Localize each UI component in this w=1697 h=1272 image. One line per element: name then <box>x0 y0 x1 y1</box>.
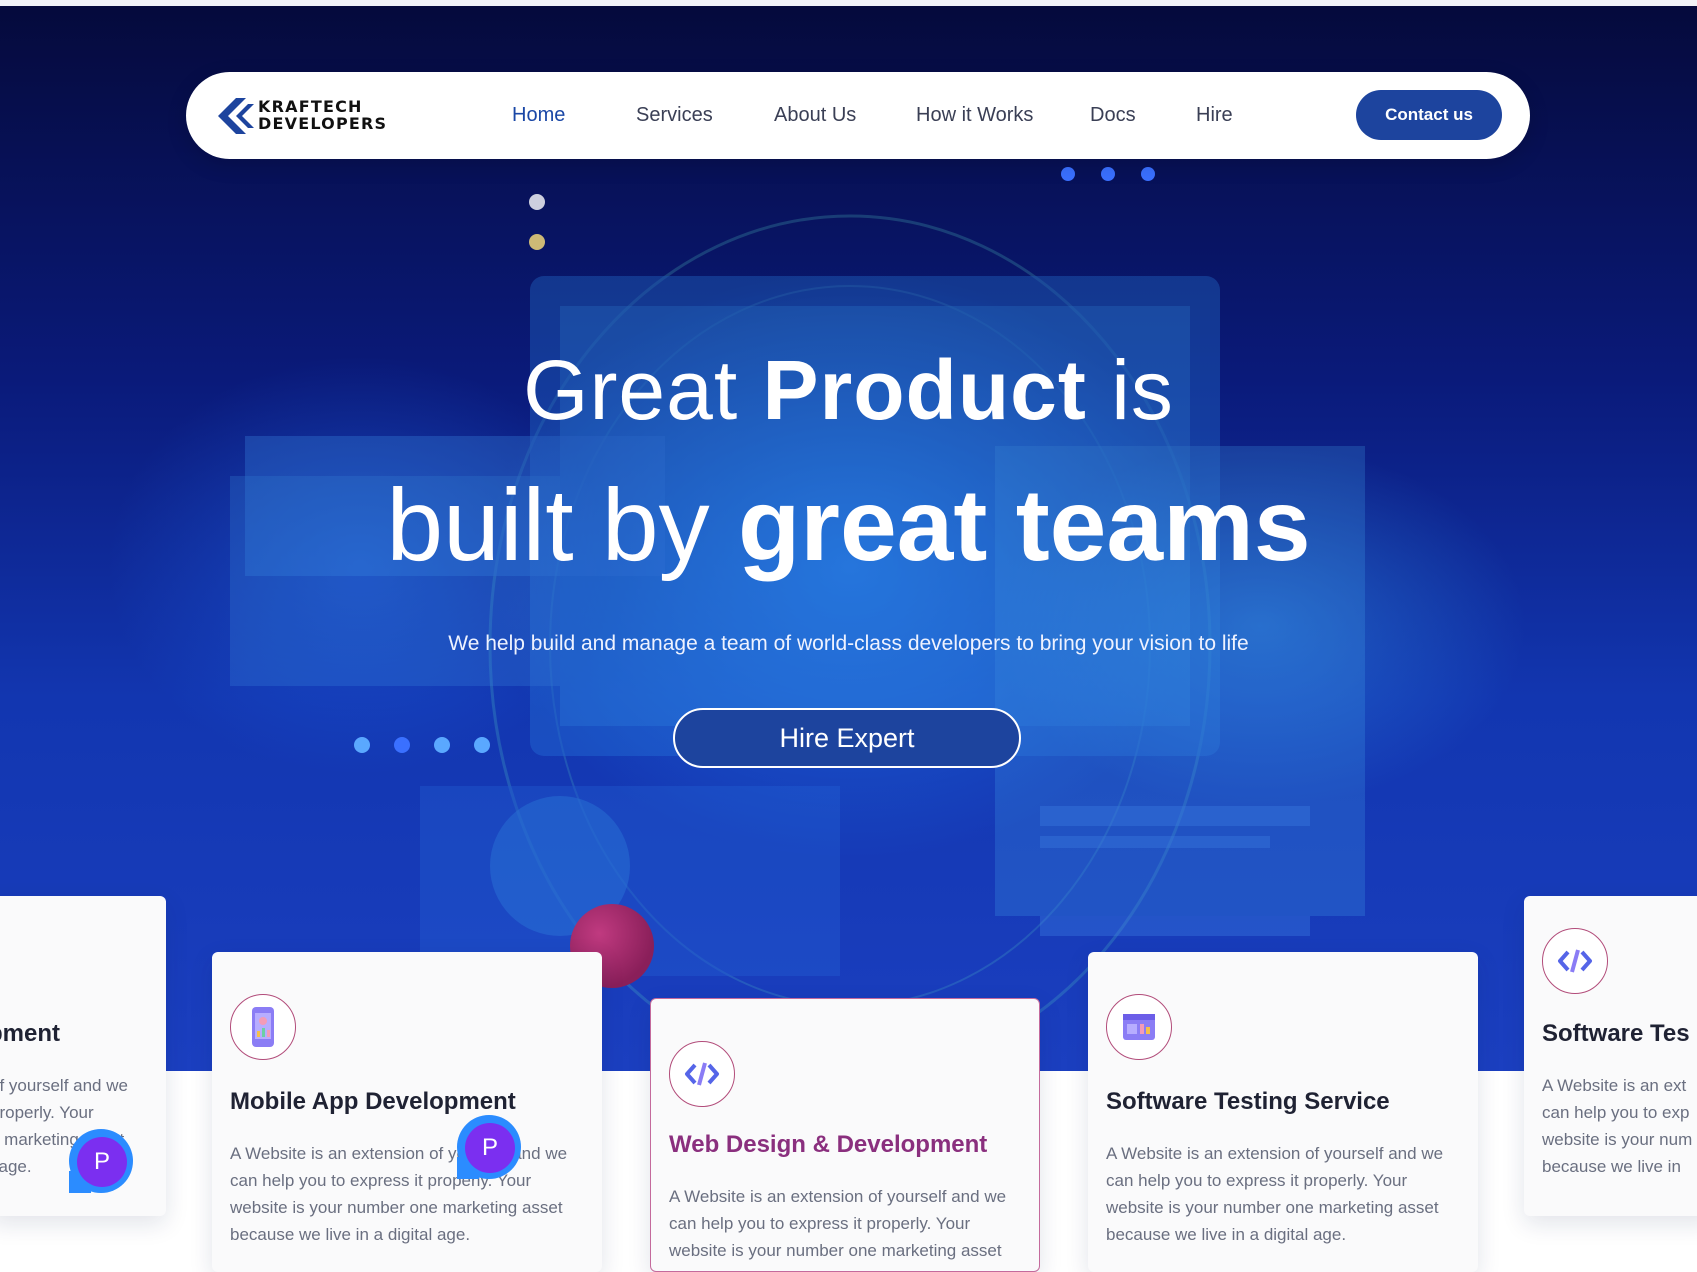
service-card-partial-right[interactable]: Software Tes A Website is an ext can hel… <box>1524 896 1697 1216</box>
chat-widget-button[interactable]: P <box>69 1129 133 1193</box>
hero-subtitle: We help build and manage a team of world… <box>448 632 1249 655</box>
brand-name: KRAFTECH DEVELOPERS <box>258 97 388 133</box>
service-card-title: Software Testing Service <box>1106 1088 1390 1115</box>
chat-widget-button[interactable]: P <box>457 1115 521 1179</box>
hero-headline-line2: built by great teams <box>386 468 1311 582</box>
chat-avatar-icon: P <box>77 1137 127 1187</box>
contact-us-button[interactable]: Contact us <box>1356 90 1502 140</box>
service-card-title: Software Tes <box>1542 1020 1690 1047</box>
nav-docs[interactable]: Docs <box>1090 104 1140 127</box>
kraftech-logo-icon <box>218 98 254 134</box>
chat-avatar-icon: P <box>465 1123 515 1173</box>
brand-logo[interactable]: KRAFTECH DEVELOPERS <box>216 94 396 138</box>
service-card-title: Web Design & Development <box>669 1131 988 1158</box>
hero-section: Great Product is built by great teams We… <box>0 6 1697 1071</box>
testing-dashboard-icon <box>1106 994 1172 1060</box>
mobile-phone-icon <box>230 994 296 1060</box>
nav-hire[interactable]: Hire <box>1196 104 1236 127</box>
nav-services[interactable]: Services <box>636 104 718 127</box>
service-card-title: Mobile App Development <box>230 1088 516 1115</box>
code-icon <box>669 1041 735 1107</box>
nav-links: Home Services About Us How it Works Docs… <box>512 72 1236 159</box>
top-navbar: KRAFTECH DEVELOPERS Home Services About … <box>186 72 1530 159</box>
code-icon <box>1542 928 1608 994</box>
nav-how-it-works[interactable]: How it Works <box>916 104 1034 127</box>
nav-about-us[interactable]: About Us <box>774 104 860 127</box>
hire-expert-button[interactable]: Hire Expert <box>673 708 1021 768</box>
service-card-desc: A Website is an extension of yourself an… <box>230 1144 568 1244</box>
nav-home[interactable]: Home <box>512 104 580 127</box>
signature-mark <box>88 40 188 62</box>
service-card-desc: A Website is an extension of yourself an… <box>1106 1144 1444 1244</box>
service-card-title: pment <box>0 1020 60 1047</box>
service-card-desc: A Website is an extension of yourself an… <box>669 1187 1007 1271</box>
service-card-mobile-app[interactable]: Mobile App Development A Website is an e… <box>212 952 602 1272</box>
service-card-software-testing[interactable]: Software Testing Service A Website is an… <box>1088 952 1478 1272</box>
service-card-desc: A Website is an ext can help you to exp … <box>1542 1076 1693 1176</box>
hero-headline-line1: Great Product is <box>523 343 1174 437</box>
service-card-web-design[interactable]: Web Design & Development A Website is an… <box>650 998 1040 1272</box>
